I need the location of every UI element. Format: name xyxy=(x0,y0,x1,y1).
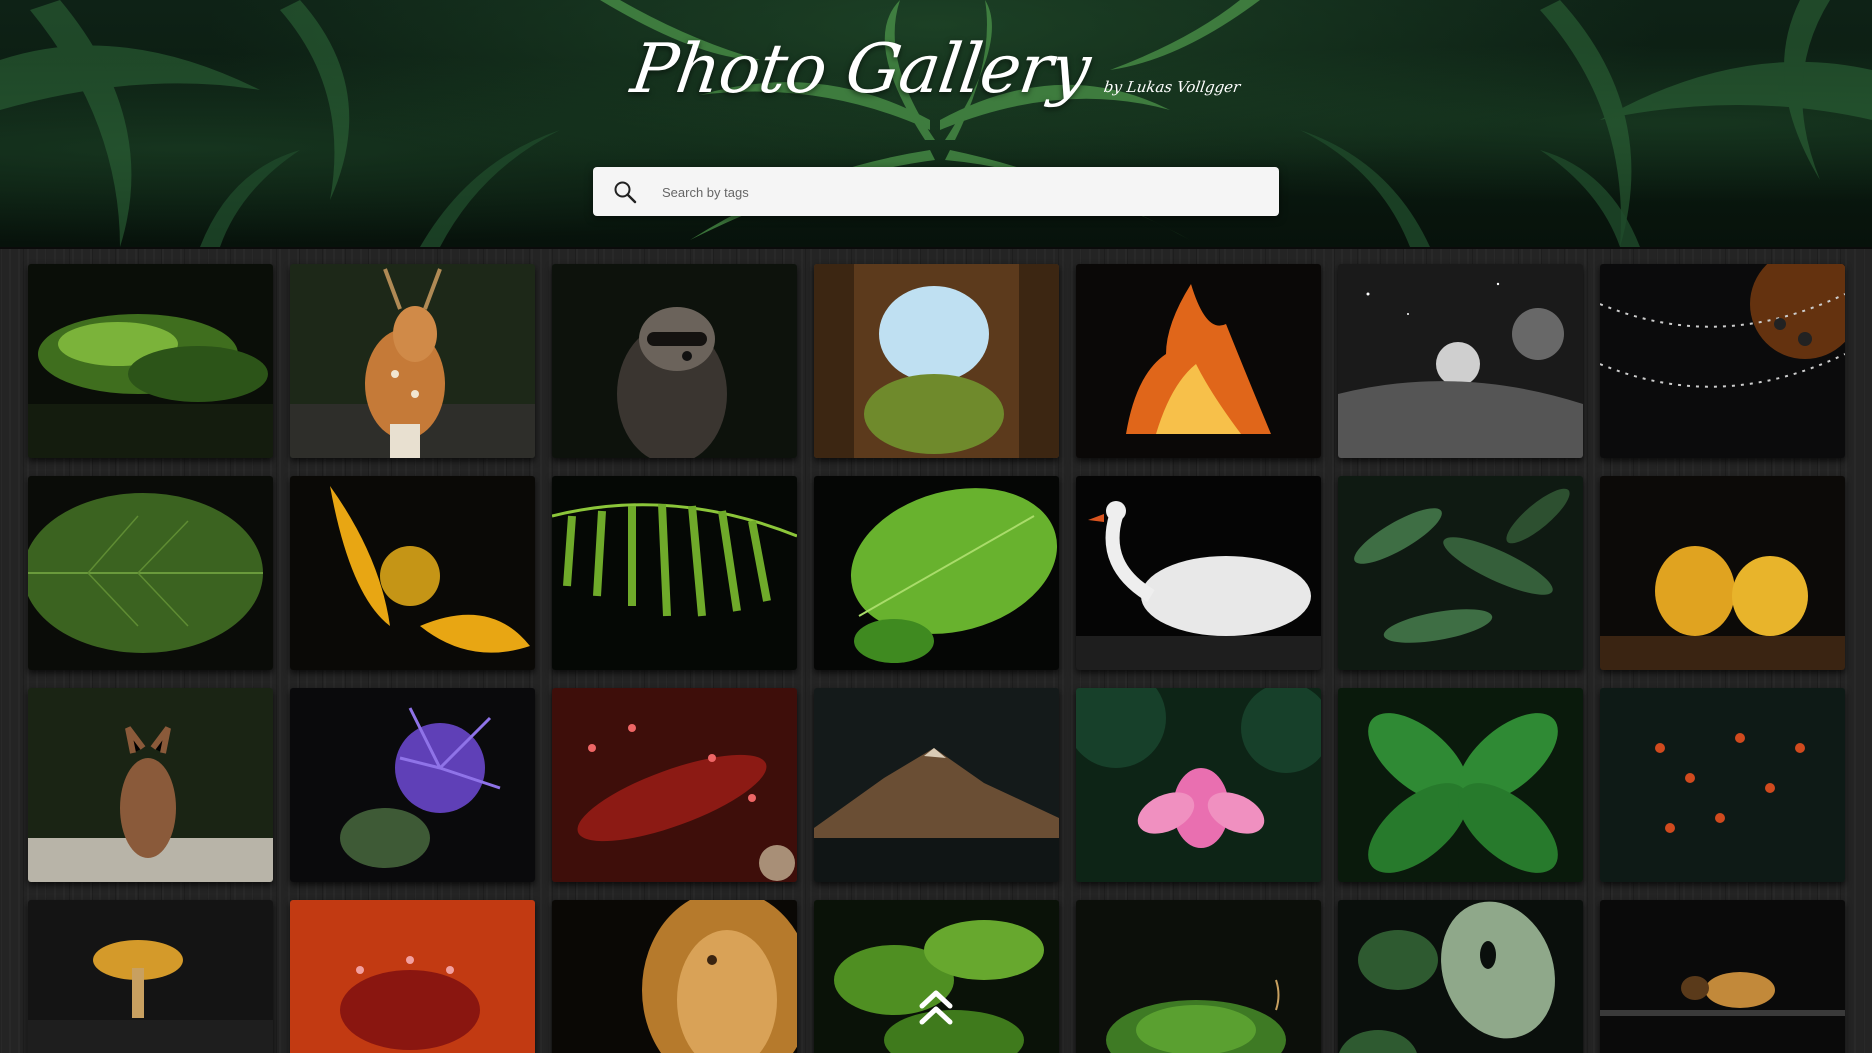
photo-raccoon[interactable] xyxy=(552,264,797,458)
photo-grid xyxy=(28,264,1845,1053)
photo-moss[interactable] xyxy=(28,264,273,458)
photo-moon[interactable] xyxy=(1338,264,1583,458)
photo-sundew[interactable] xyxy=(552,688,797,882)
photo-fern[interactable] xyxy=(552,476,797,670)
search-icon[interactable] xyxy=(613,180,637,204)
photo-fox[interactable] xyxy=(28,688,273,882)
page-subtitle: by Lukas Vollgger xyxy=(1102,78,1242,96)
header-banner: Photo Gallery by Lukas Vollgger xyxy=(0,0,1872,249)
photo-deer[interactable] xyxy=(290,264,535,458)
search-input[interactable] xyxy=(660,167,1264,218)
photo-berries[interactable] xyxy=(1600,688,1845,882)
photo-moss-sprout[interactable] xyxy=(1076,900,1321,1053)
photo-dark-leaves[interactable] xyxy=(1338,476,1583,670)
photo-cave[interactable] xyxy=(814,264,1059,458)
photo-fire[interactable] xyxy=(1076,264,1321,458)
photo-monstera[interactable] xyxy=(1338,900,1583,1053)
photo-dewdrops[interactable] xyxy=(1600,264,1845,458)
photo-bee[interactable] xyxy=(1600,900,1845,1053)
photo-lotus[interactable] xyxy=(1076,688,1321,882)
page-title: Photo Gallery xyxy=(626,30,1095,109)
photo-swan[interactable] xyxy=(1076,476,1321,670)
title-block: Photo Gallery by Lukas Vollgger xyxy=(0,30,1872,109)
search-bar[interactable] xyxy=(593,167,1279,218)
photo-gallery xyxy=(0,249,1872,1053)
photo-green-leaf[interactable] xyxy=(814,476,1059,670)
photo-nettle[interactable] xyxy=(1338,688,1583,882)
photo-thistle[interactable] xyxy=(290,688,535,882)
photo-lantern-husks[interactable] xyxy=(1600,476,1845,670)
photo-mountain[interactable] xyxy=(814,688,1059,882)
photo-mushroom[interactable] xyxy=(28,900,273,1053)
photo-lion[interactable] xyxy=(552,900,797,1053)
photo-yellow-flower[interactable] xyxy=(290,476,535,670)
photo-foliage[interactable] xyxy=(814,900,1059,1053)
double-chevron-up-icon[interactable] xyxy=(918,988,954,1028)
photo-leaf-drops[interactable] xyxy=(28,476,273,670)
photo-red-sundew[interactable] xyxy=(290,900,535,1053)
